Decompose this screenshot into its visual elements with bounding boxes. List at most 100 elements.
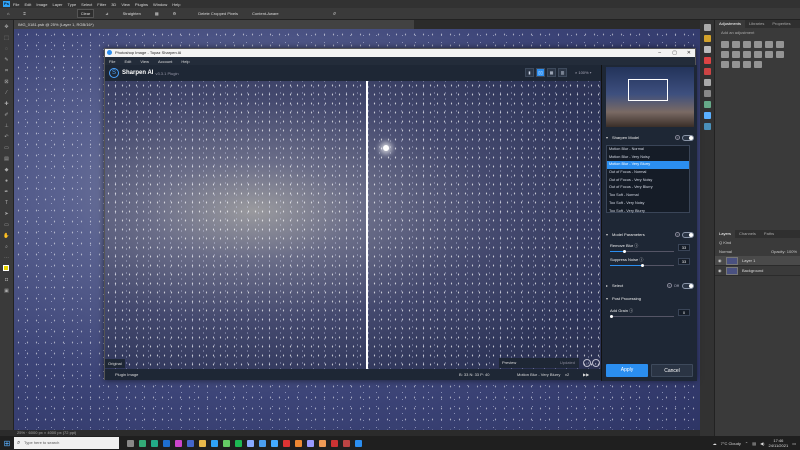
compare-icon[interactable]: ◐ (592, 359, 600, 367)
quick-mask-icon[interactable]: ◘ (3, 276, 11, 284)
help-icon[interactable]: ? (675, 232, 680, 237)
model-option[interactable]: Motion Blur - Very Noisy (607, 154, 689, 162)
menu-account[interactable]: Account (158, 59, 172, 64)
help-icon[interactable]: ⓘ (629, 308, 633, 313)
swatches-icon[interactable] (703, 46, 711, 53)
task-view-icon[interactable] (127, 439, 134, 447)
tab-paths[interactable]: Paths (760, 230, 778, 238)
path-select-tool-icon[interactable]: ➤ (3, 210, 11, 218)
topaz-app-icon[interactable] (355, 439, 362, 447)
type-tool-icon[interactable]: T (3, 199, 11, 207)
play-icon[interactable]: ▶▶ (583, 369, 589, 380)
slider-knob[interactable] (640, 263, 644, 267)
store-icon[interactable] (163, 439, 170, 447)
slider-knob[interactable] (622, 249, 626, 253)
app-icon[interactable] (331, 439, 338, 447)
chevron-up-icon[interactable]: ⌃ (745, 441, 748, 446)
chrome-icon[interactable] (139, 439, 146, 447)
menu-view[interactable]: View (121, 2, 130, 7)
eyedropper-tool-icon[interactable]: ⁄ (3, 89, 11, 97)
taskbar-search[interactable]: Type here to search (14, 437, 119, 449)
threshold-icon[interactable] (732, 61, 740, 68)
vibrance-icon[interactable] (765, 41, 773, 48)
split-divider[interactable] (366, 81, 368, 369)
tab-libraries[interactable]: Libraries (745, 20, 768, 28)
menu-help[interactable]: Help (181, 59, 189, 64)
menu-3d[interactable]: 3D (111, 2, 116, 7)
split-view-button[interactable]: ▯▯ (536, 68, 545, 77)
layer-row[interactable]: ◉ Background (715, 266, 800, 276)
color-swatches-icon[interactable] (2, 265, 11, 273)
dodge-tool-icon[interactable]: ● (3, 177, 11, 185)
menu-edit[interactable]: Edit (24, 2, 31, 7)
lasso-tool-icon[interactable]: ◌ (3, 45, 11, 53)
content-aware-checkbox[interactable]: Content-Aware (249, 10, 282, 17)
navigator-viewport[interactable] (628, 79, 668, 101)
app-icon[interactable] (271, 439, 278, 447)
gradient-map-icon[interactable] (743, 61, 751, 68)
brightness-icon[interactable] (721, 41, 729, 48)
blend-mode-select[interactable]: Normal (719, 249, 732, 254)
model-option[interactable]: Motion Blur - Normal (607, 146, 689, 154)
spotify-icon[interactable] (235, 439, 242, 447)
app-icon[interactable] (175, 439, 182, 447)
gradient-tool-icon[interactable]: ▤ (3, 155, 11, 163)
lookup-icon[interactable] (765, 51, 773, 58)
photo-filter-icon[interactable] (743, 51, 751, 58)
model-option[interactable]: Out of Focus - Normal (607, 169, 689, 177)
model-option[interactable]: Too Soft - Very Blurry (607, 208, 689, 216)
select-toggle[interactable] (682, 282, 694, 289)
chevron-down-icon[interactable]: ▾ (606, 135, 608, 140)
network-icon[interactable]: ▤ (752, 441, 756, 446)
marquee-tool-icon[interactable]: ⬚ (3, 34, 11, 42)
grid-overlay-icon[interactable]: ▦ (152, 10, 162, 17)
photoshop-icon[interactable] (211, 439, 218, 447)
app-icon[interactable] (295, 439, 302, 447)
menu-type[interactable]: Type (68, 2, 77, 7)
tab-channels[interactable]: Channels (735, 230, 760, 238)
home-icon[interactable]: ⌂ (4, 10, 12, 17)
single-view-button[interactable]: ▮ (525, 68, 534, 77)
close-icon[interactable]: ✕ (687, 49, 691, 57)
model-option[interactable]: Too Soft - Very Noisy (607, 200, 689, 208)
minimize-icon[interactable]: – (658, 49, 661, 57)
actions-icon[interactable] (703, 79, 711, 86)
clear-button[interactable]: Clear (76, 9, 95, 18)
apply-button[interactable]: Apply (606, 364, 648, 377)
color-balance-icon[interactable] (721, 51, 729, 58)
eye-icon[interactable]: ◉ (718, 258, 723, 263)
invert-icon[interactable] (776, 51, 784, 58)
menu-filter[interactable]: Filter (97, 2, 106, 7)
exposure-icon[interactable] (754, 41, 762, 48)
patterns-icon[interactable] (703, 68, 711, 75)
suppress-noise-value[interactable]: 33 (678, 258, 690, 265)
hue-icon[interactable] (776, 41, 784, 48)
plugin-icon[interactable] (703, 101, 711, 108)
menu-file[interactable]: File (109, 59, 115, 64)
image-preview[interactable]: Original Preview Updated i ◐ (105, 81, 601, 369)
help-icon[interactable]: ⓘ (639, 257, 643, 262)
document-tab[interactable]: IMG_0181.psb @ 25% (Layer 1, RGB/16*) (14, 20, 414, 29)
selective-color-icon[interactable] (754, 61, 762, 68)
maximize-icon[interactable]: ▢ (672, 49, 677, 57)
bw-icon[interactable] (732, 51, 740, 58)
brush-tool-icon[interactable]: ✐ (3, 111, 11, 119)
color-icon[interactable] (703, 35, 711, 42)
app-icon[interactable] (187, 439, 194, 447)
crop-tool-icon[interactable]: ⌗ (3, 67, 11, 75)
explorer-icon[interactable] (199, 439, 206, 447)
paragraph-icon[interactable] (703, 123, 711, 130)
help-icon[interactable]: ? (666, 283, 672, 288)
weather-label[interactable]: 7°C Cloudy (721, 441, 741, 446)
eye-icon[interactable]: ◉ (718, 268, 723, 273)
notifications-icon[interactable]: ▭ (792, 441, 796, 446)
tab-layers[interactable]: Layers (715, 230, 736, 238)
levels-icon[interactable] (732, 41, 740, 48)
app-icon[interactable] (343, 439, 350, 447)
auto-params-toggle[interactable] (682, 231, 694, 238)
acrobat-icon[interactable] (283, 439, 290, 447)
navigator-thumbnail[interactable] (606, 67, 694, 127)
menu-edit[interactable]: Edit (124, 59, 131, 64)
zoom-tool-icon[interactable]: ⌕ (3, 243, 11, 251)
pen-tool-icon[interactable]: ✒ (3, 188, 11, 196)
